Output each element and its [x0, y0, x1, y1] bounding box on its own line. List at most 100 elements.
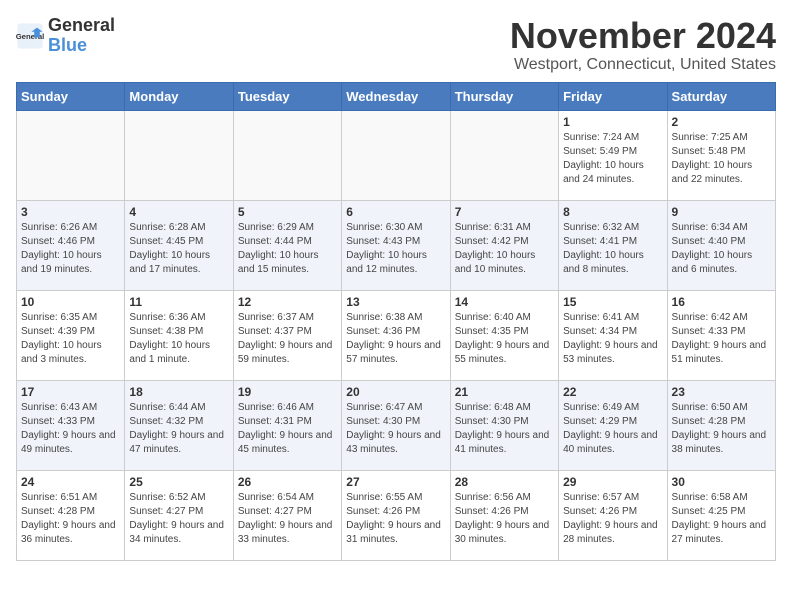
day-number: 22 [563, 385, 662, 399]
calendar-cell: 21 Sunrise: 6:48 AM Sunset: 4:30 PM Dayli… [450, 380, 558, 470]
day-number: 4 [129, 205, 228, 219]
weekday-header-saturday: Saturday [667, 82, 775, 110]
day-info: Sunrise: 6:57 AM Sunset: 4:26 PM Dayligh… [563, 491, 662, 547]
calendar-cell: 7Sunrise: 6:31 AM Sunset: 4:42 PM Daylig… [450, 200, 558, 290]
day-info: Sunrise: 6:38 AM Sunset: 4:36 PM Dayligh… [346, 311, 445, 367]
day-info: Sunrise: 6:36 AM Sunset: 4:38 PM Dayligh… [129, 311, 228, 367]
calendar-cell: 13 Sunrise: 6:38 AM Sunset: 4:36 PM Dayli… [342, 290, 450, 380]
day-number: 23 [672, 385, 771, 399]
logo-text: General Blue [48, 16, 115, 56]
day-info: Sunrise: 6:40 AM Sunset: 4:35 PM Dayligh… [455, 311, 554, 367]
calendar-cell: 19Sunrise: 6:46 AM Sunset: 4:31 PM Dayli… [233, 380, 341, 470]
location-title: Westport, Connecticut, United States [510, 56, 776, 74]
month-title: November 2024 [510, 16, 776, 56]
calendar-week-row: 3 Sunrise: 6:26 AM Sunset: 4:46 PM Daylig… [17, 200, 776, 290]
day-info: Sunrise: 6:37 AM Sunset: 4:37 PM Dayligh… [238, 311, 337, 367]
day-number: 21 [455, 385, 554, 399]
day-info: Sunrise: 7:25 AM Sunset: 5:48 PM Dayligh… [672, 131, 771, 187]
calendar-cell: 17 Sunrise: 6:43 AM Sunset: 4:33 PM Dayli… [17, 380, 125, 470]
day-info: Sunrise: 6:28 AM Sunset: 4:45 PM Dayligh… [129, 221, 228, 277]
calendar-week-row: 1Sunrise: 7:24 AM Sunset: 5:49 PM Daylig… [17, 110, 776, 200]
day-number: 11 [129, 295, 228, 309]
calendar-week-row: 24 Sunrise: 6:51 AM Sunset: 4:28 PM Dayli… [17, 470, 776, 560]
day-info: Sunrise: 6:43 AM Sunset: 4:33 PM Dayligh… [21, 401, 120, 457]
day-number: 26 [238, 475, 337, 489]
day-number: 12 [238, 295, 337, 309]
calendar-cell [450, 110, 558, 200]
calendar-cell: 15Sunrise: 6:41 AM Sunset: 4:34 PM Dayli… [559, 290, 667, 380]
calendar-cell: 1Sunrise: 7:24 AM Sunset: 5:49 PM Daylig… [559, 110, 667, 200]
calendar-cell: 26 Sunrise: 6:54 AM Sunset: 4:27 PM Dayli… [233, 470, 341, 560]
calendar-cell: 2 Sunrise: 7:25 AM Sunset: 5:48 PM Daylig… [667, 110, 775, 200]
calendar-cell: 9Sunrise: 6:34 AM Sunset: 4:40 PM Daylig… [667, 200, 775, 290]
day-info: Sunrise: 6:35 AM Sunset: 4:39 PM Dayligh… [21, 311, 120, 367]
calendar-cell: 29 Sunrise: 6:57 AM Sunset: 4:26 PM Dayli… [559, 470, 667, 560]
day-info: Sunrise: 6:47 AM Sunset: 4:30 PM Dayligh… [346, 401, 445, 457]
day-info: Sunrise: 6:49 AM Sunset: 4:29 PM Dayligh… [563, 401, 662, 457]
day-number: 17 [21, 385, 120, 399]
calendar-cell: 18Sunrise: 6:44 AM Sunset: 4:32 PM Dayli… [125, 380, 233, 470]
calendar-cell: 8Sunrise: 6:32 AM Sunset: 4:41 PM Daylig… [559, 200, 667, 290]
day-info: Sunrise: 6:41 AM Sunset: 4:34 PM Dayligh… [563, 311, 662, 367]
day-number: 2 [672, 115, 771, 129]
weekday-header-tuesday: Tuesday [233, 82, 341, 110]
calendar-cell: 16 Sunrise: 6:42 AM Sunset: 4:33 PM Dayli… [667, 290, 775, 380]
calendar-cell [342, 110, 450, 200]
day-info: Sunrise: 6:30 AM Sunset: 4:43 PM Dayligh… [346, 221, 445, 277]
calendar-cell: 27 Sunrise: 6:55 AM Sunset: 4:26 PM Dayli… [342, 470, 450, 560]
day-number: 5 [238, 205, 337, 219]
title-area: November 2024 Westport, Connecticut, Uni… [510, 16, 776, 74]
logo: General General Blue [16, 16, 115, 56]
day-info: Sunrise: 6:55 AM Sunset: 4:26 PM Dayligh… [346, 491, 445, 547]
weekday-header-monday: Monday [125, 82, 233, 110]
calendar-cell: 6 Sunrise: 6:30 AM Sunset: 4:43 PM Daylig… [342, 200, 450, 290]
day-info: Sunrise: 6:48 AM Sunset: 4:30 PM Dayligh… [455, 401, 554, 457]
day-number: 27 [346, 475, 445, 489]
calendar-cell: 28 Sunrise: 6:56 AM Sunset: 4:26 PM Dayli… [450, 470, 558, 560]
day-number: 13 [346, 295, 445, 309]
day-number: 30 [672, 475, 771, 489]
day-info: Sunrise: 6:54 AM Sunset: 4:27 PM Dayligh… [238, 491, 337, 547]
calendar-cell: 20 Sunrise: 6:47 AM Sunset: 4:30 PM Dayli… [342, 380, 450, 470]
day-number: 19 [238, 385, 337, 399]
day-number: 16 [672, 295, 771, 309]
header: General General Blue November 2024 Westp… [16, 16, 776, 74]
day-info: Sunrise: 6:31 AM Sunset: 4:42 PM Dayligh… [455, 221, 554, 277]
day-info: Sunrise: 6:58 AM Sunset: 4:25 PM Dayligh… [672, 491, 771, 547]
calendar-cell: 30 Sunrise: 6:58 AM Sunset: 4:25 PM Dayli… [667, 470, 775, 560]
calendar-cell [125, 110, 233, 200]
day-info: Sunrise: 6:44 AM Sunset: 4:32 PM Dayligh… [129, 401, 228, 457]
day-number: 29 [563, 475, 662, 489]
day-number: 20 [346, 385, 445, 399]
day-info: Sunrise: 6:42 AM Sunset: 4:33 PM Dayligh… [672, 311, 771, 367]
day-info: Sunrise: 6:56 AM Sunset: 4:26 PM Dayligh… [455, 491, 554, 547]
calendar-cell: 24 Sunrise: 6:51 AM Sunset: 4:28 PM Dayli… [17, 470, 125, 560]
day-info: Sunrise: 6:51 AM Sunset: 4:28 PM Dayligh… [21, 491, 120, 547]
day-number: 6 [346, 205, 445, 219]
calendar-week-row: 10 Sunrise: 6:35 AM Sunset: 4:39 PM Dayli… [17, 290, 776, 380]
day-number: 9 [672, 205, 771, 219]
calendar-cell: 3 Sunrise: 6:26 AM Sunset: 4:46 PM Daylig… [17, 200, 125, 290]
weekday-header-sunday: Sunday [17, 82, 125, 110]
calendar-cell [233, 110, 341, 200]
calendar-cell: 11 Sunrise: 6:36 AM Sunset: 4:38 PM Dayli… [125, 290, 233, 380]
calendar-cell: 23Sunrise: 6:50 AM Sunset: 4:28 PM Dayli… [667, 380, 775, 470]
day-info: Sunrise: 7:24 AM Sunset: 5:49 PM Dayligh… [563, 131, 662, 187]
calendar-week-row: 17 Sunrise: 6:43 AM Sunset: 4:33 PM Dayli… [17, 380, 776, 470]
calendar-cell: 14Sunrise: 6:40 AM Sunset: 4:35 PM Dayli… [450, 290, 558, 380]
day-number: 28 [455, 475, 554, 489]
calendar-cell: 22 Sunrise: 6:49 AM Sunset: 4:29 PM Dayli… [559, 380, 667, 470]
weekday-header-friday: Friday [559, 82, 667, 110]
day-number: 10 [21, 295, 120, 309]
calendar-cell: 25 Sunrise: 6:52 AM Sunset: 4:27 PM Dayli… [125, 470, 233, 560]
day-number: 24 [21, 475, 120, 489]
day-number: 25 [129, 475, 228, 489]
calendar-table: SundayMondayTuesdayWednesdayThursdayFrid… [16, 82, 776, 561]
weekday-header-row: SundayMondayTuesdayWednesdayThursdayFrid… [17, 82, 776, 110]
day-info: Sunrise: 6:52 AM Sunset: 4:27 PM Dayligh… [129, 491, 228, 547]
calendar-cell [17, 110, 125, 200]
day-info: Sunrise: 6:26 AM Sunset: 4:46 PM Dayligh… [21, 221, 120, 277]
calendar-cell: 12 Sunrise: 6:37 AM Sunset: 4:37 PM Dayli… [233, 290, 341, 380]
day-number: 3 [21, 205, 120, 219]
day-info: Sunrise: 6:29 AM Sunset: 4:44 PM Dayligh… [238, 221, 337, 277]
